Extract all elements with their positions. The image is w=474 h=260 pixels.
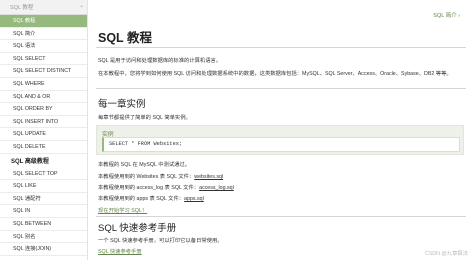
sidebar-item[interactable]: SQL INSERT INTO: [0, 116, 87, 129]
sidebar-section-title: SQL 高级教程: [11, 158, 49, 165]
section-text-examples: 每章节都提供了简单的 SQL 简单实例。: [98, 115, 191, 121]
divider: [96, 88, 466, 89]
sidebar-item[interactable]: SQL 连接(JOIN): [0, 243, 87, 256]
sidebar-item[interactable]: SQL SELECT TOP: [0, 168, 87, 181]
intro-text-2: 在本教程中，您将学到如何使用 SQL 访问和处理数据系统中的数据，这类数据库包括…: [98, 71, 452, 77]
sidebar-item[interactable]: SQL WHERE: [0, 78, 87, 91]
file-line-text: 本教程使用到的 access_log 表 SQL 文件：: [98, 185, 200, 191]
page-title: SQL 教程: [98, 31, 152, 45]
sidebar: SQL 教程 ◔ SQL 教程 SQL 简介 SQL 语法 SQL SELECT SQL…: [0, 0, 88, 260]
main-content: SQL 简介 › SQL 教程 SQL 是用于访问和处理数据库的标准的计算机语言…: [96, 0, 474, 260]
sidebar-item[interactable]: SQL ORDER BY: [0, 103, 87, 116]
file-line: 本教程使用到的 access_log 表 SQL 文件：access_log.s…: [98, 183, 234, 191]
sidebar-item[interactable]: SQL BETWEEN: [0, 218, 87, 231]
start-learning-link[interactable]: 现在开始学习 SQL！: [98, 208, 147, 214]
sidebar-advanced-list: SQL SELECT TOP SQL LIKE SQL 通配符 SQL IN SQL B…: [0, 168, 87, 256]
section-title-examples: 每一章实例: [98, 99, 146, 110]
sidebar-item[interactable]: SQL 简介: [0, 28, 87, 41]
intro-text-1: SQL 是用于访问和处理数据库的标准的计算机语言。: [98, 58, 222, 64]
theme-toggle-icon[interactable]: ◔: [79, 4, 83, 11]
sidebar-item[interactable]: SQL 语法: [0, 40, 87, 53]
sidebar-item[interactable]: SQL DELETE: [0, 141, 87, 154]
file-line: 本教程使用到的 apps 表 SQL 文件：apps.sql: [98, 194, 204, 202]
quickref-link[interactable]: SQL 快速参考手册: [98, 249, 142, 255]
sidebar-item[interactable]: SQL UPDATE: [0, 128, 87, 141]
db-note: 本教程的 SQL 在 MySQL 中测试通过。: [98, 162, 191, 168]
sidebar-header: SQL 教程 ◔: [0, 0, 87, 15]
sidebar-header-title: SQL 教程: [10, 5, 34, 11]
apps-sql-link[interactable]: apps.sql: [184, 196, 204, 202]
example-box: 实例 SELECT * FROM Websites;: [96, 125, 464, 155]
divider: [96, 216, 466, 217]
file-line: 本教程使用到的 Websites 表 SQL 文件：websites.sql: [98, 172, 223, 180]
next-page-link[interactable]: SQL 简介 ›: [433, 11, 460, 19]
section-text-quickref: 一个 SQL 快速参考手册，可以打印它以备日常使用。: [98, 238, 223, 244]
websites-sql-link[interactable]: websites.sql: [194, 174, 223, 180]
sidebar-item[interactable]: SQL 别名: [0, 231, 87, 244]
section-title-quickref: SQL 快速参考手册: [98, 223, 177, 234]
divider: [96, 47, 466, 48]
sidebar-item[interactable]: SQL SELECT DISTINCT: [0, 65, 87, 78]
quickref-line: SQL 快速参考手册: [98, 247, 142, 255]
sidebar-item[interactable]: SQL 通配符: [0, 193, 87, 206]
sidebar-item[interactable]: SQL 教程: [0, 15, 87, 28]
watermark: CSDN @九章算法: [424, 251, 468, 257]
example-code: SELECT * FROM Websites;: [102, 137, 460, 152]
sidebar-item[interactable]: SQL AND & OR: [0, 91, 87, 104]
file-line-text: 本教程使用到的 Websites 表 SQL 文件：: [98, 174, 195, 180]
start-learning-line: 现在开始学习 SQL！: [98, 206, 147, 214]
sidebar-item[interactable]: SQL LIKE: [0, 180, 87, 193]
sidebar-item[interactable]: SQL SELECT: [0, 53, 87, 66]
file-line-text: 本教程使用到的 apps 表 SQL 文件：: [98, 196, 185, 202]
sidebar-basic-list: SQL 教程 SQL 简介 SQL 语法 SQL SELECT SQL SELECT D…: [0, 15, 87, 154]
sidebar-item[interactable]: SQL IN: [0, 205, 87, 218]
access-log-sql-link[interactable]: access_log.sql: [199, 185, 234, 191]
